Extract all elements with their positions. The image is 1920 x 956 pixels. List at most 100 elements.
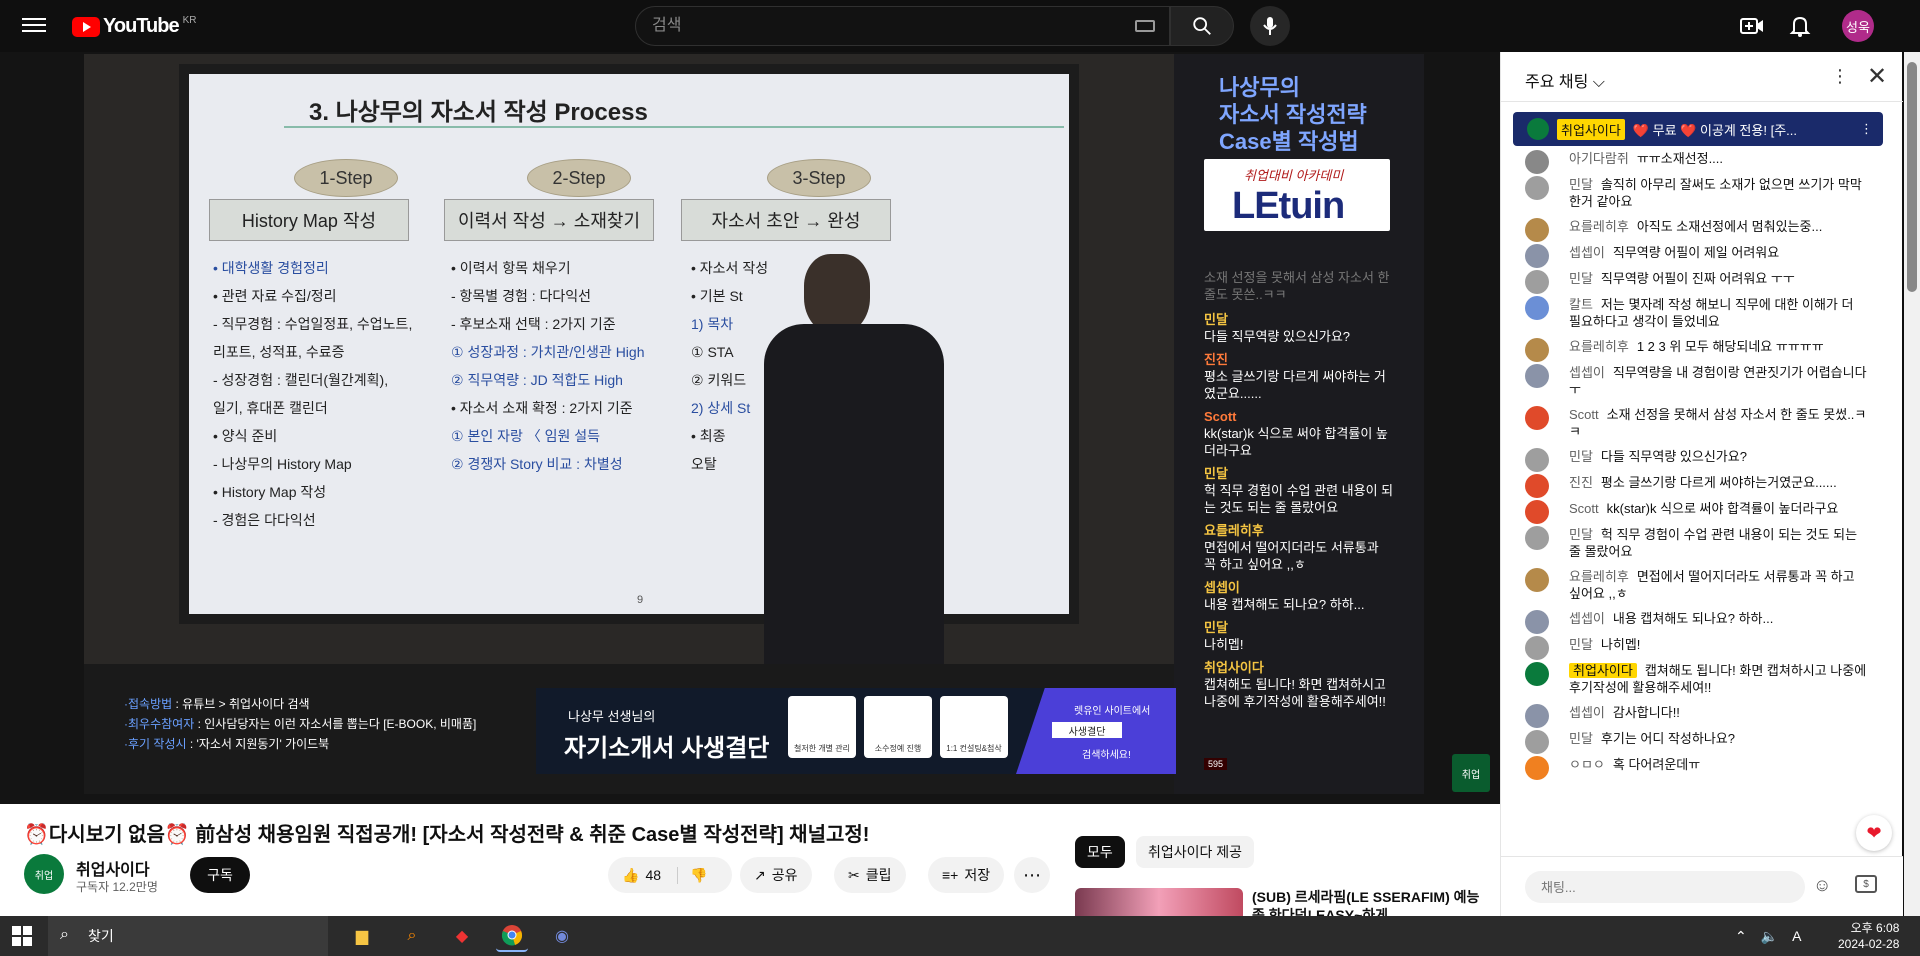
taskbar-search[interactable]: ⌕ 찾기 (48, 916, 328, 956)
search-app-icon[interactable]: ⌕ (396, 920, 428, 952)
channel-avatar[interactable]: 취업 (24, 854, 64, 894)
chat-author-name[interactable]: 아기다람쥐 (1569, 151, 1629, 166)
chat-message[interactable]: ㅇㅁㅇ 혹 다어려운데ㅠ (1501, 752, 1891, 780)
search-button[interactable] (1170, 6, 1234, 46)
chat-author-name[interactable]: 요를레히후 (1569, 339, 1629, 354)
chat-author-avatar[interactable] (1525, 636, 1549, 660)
scrollbar-thumb[interactable] (1907, 62, 1917, 292)
pinned-message[interactable]: 취업사이다 ❤️ 무료 ❤️ 이공계 전용! [주... ⋮ (1513, 112, 1883, 146)
chat-author-avatar[interactable] (1525, 662, 1549, 686)
create-icon[interactable] (1738, 12, 1766, 40)
chat-message[interactable]: 민달 헉 직무 경험이 수업 관련 내용이 되는 것도 되는 줄 몰랐어요 (1501, 522, 1891, 564)
share-button[interactable]: ↗ 공유 (740, 857, 812, 893)
chat-author-name[interactable]: 민달 (1569, 177, 1593, 192)
taskbar-clock[interactable]: 오후 6:08 2024-02-28 (1838, 920, 1899, 952)
chat-author-avatar[interactable] (1525, 448, 1549, 472)
input-language[interactable]: A (1792, 928, 1801, 945)
chat-message[interactable]: Scott 소재 선정을 못해서 삼성 자소서 한 줄도 못썼..ㅋㅋ (1501, 402, 1891, 444)
chrome-icon[interactable] (496, 920, 528, 952)
chat-author-avatar[interactable] (1525, 756, 1549, 780)
more-actions-icon[interactable]: ⋯ (1014, 857, 1050, 893)
emoji-icon[interactable]: ☺ (1813, 875, 1831, 896)
tray-chevron-icon[interactable]: ⌃ (1735, 928, 1747, 945)
chip-channel[interactable]: 취업사이다 제공 (1136, 836, 1255, 868)
chat-author-name[interactable]: 셉셉이 (1569, 365, 1605, 380)
chat-author-name[interactable]: 셉셉이 (1569, 611, 1605, 626)
chat-author-avatar[interactable] (1525, 364, 1549, 388)
channel-name[interactable]: 취업사이다 (76, 856, 150, 880)
chat-author-name[interactable]: 요를레히후 (1569, 219, 1629, 234)
chat-author-name[interactable]: 민달 (1569, 637, 1593, 652)
keyboard-icon[interactable] (1135, 20, 1155, 32)
chat-author-name[interactable]: ㅇㅁㅇ (1569, 757, 1605, 772)
save-button[interactable]: ≡+ 저장 (928, 857, 1005, 893)
chat-message[interactable]: 취업사이다 캡쳐해도 됩니다! 화면 캡쳐하시고 나중에 후기작성에 활용해주세여… (1501, 658, 1891, 700)
notifications-icon[interactable] (1786, 12, 1814, 40)
chat-author-avatar[interactable] (1525, 270, 1549, 294)
windows-start-icon[interactable] (12, 926, 32, 946)
chat-author-avatar[interactable] (1525, 218, 1549, 242)
chat-message[interactable]: 진진 평소 글쓰기랑 다르게 써야하는거였군요...... (1501, 470, 1891, 498)
discord-icon[interactable]: ◉ (546, 920, 578, 952)
chat-message[interactable]: 셉셉이 직무역량 어필이 제일 어려워요 (1501, 240, 1891, 268)
youtube-logo[interactable]: YouTube KR (72, 15, 196, 38)
subscribe-button[interactable]: 구독 (190, 857, 250, 893)
chat-author-avatar[interactable] (1525, 338, 1549, 362)
chat-author-avatar[interactable] (1525, 704, 1549, 728)
chat-author-avatar[interactable] (1525, 568, 1549, 592)
chat-author-avatar[interactable] (1525, 244, 1549, 268)
volume-icon[interactable]: 🔈 (1761, 928, 1778, 945)
chat-message[interactable]: 셉셉이 직무역량을 내 경험이랑 연관짓기가 어렵습니다 ㅜ (1501, 360, 1891, 402)
chat-message[interactable]: 요를레히후 1 2 3 위 모두 해당되네요 ㅠㅠㅠㅠ (1501, 334, 1891, 362)
chat-author-name[interactable]: 민달 (1569, 527, 1593, 542)
voice-search-button[interactable] (1250, 6, 1290, 46)
like-count[interactable]: 48 (645, 867, 661, 883)
chat-author-avatar[interactable] (1525, 176, 1549, 200)
chat-author-name[interactable]: 취업사이다 (1569, 663, 1637, 678)
channel-watermark[interactable]: 취업 (1452, 754, 1490, 792)
chat-message[interactable]: 아기다람쥐 ㅠㅠ소재선정.... (1501, 146, 1891, 174)
chat-message[interactable]: 민달 후기는 어디 작성하나요? (1501, 726, 1891, 754)
chat-author-name[interactable]: 민달 (1569, 731, 1593, 746)
chat-message[interactable]: 셉셉이 감사합니다!! (1501, 700, 1891, 728)
app-icon[interactable]: ◆ (446, 920, 478, 952)
video-player[interactable]: 3. 나상무의 자소서 작성 Process 1-Step 2-Step 3-S… (0, 52, 1500, 804)
chat-mode-dropdown[interactable]: 주요 채팅 ⌵ (1525, 68, 1605, 92)
chat-message[interactable]: 셉셉이 내용 캡쳐해도 되나요? 하하... (1501, 606, 1891, 634)
chat-author-name[interactable]: 진진 (1569, 475, 1593, 490)
search-input[interactable] (636, 7, 1116, 45)
chat-author-name[interactable]: 셉셉이 (1569, 245, 1605, 260)
close-icon[interactable]: ✕ (1867, 62, 1887, 91)
page-scrollbar[interactable] (1904, 52, 1920, 916)
chip-all[interactable]: 모두 (1075, 836, 1125, 868)
chat-author-avatar[interactable] (1525, 526, 1549, 550)
chat-author-avatar[interactable] (1525, 150, 1549, 174)
chat-message[interactable]: Scott kk(star)k 식으로 써야 합격률이 높더라구요 (1501, 496, 1891, 524)
pinned-more-icon[interactable]: ⋮ (1860, 121, 1873, 137)
chat-author-name[interactable]: 셉셉이 (1569, 705, 1605, 720)
chat-author-avatar[interactable] (1525, 474, 1549, 498)
chat-author-name[interactable]: 민달 (1569, 271, 1593, 286)
chat-author-name[interactable]: Scott (1569, 407, 1599, 422)
like-icon[interactable]: 👍 (622, 867, 639, 884)
clip-button[interactable]: ✂ 클립 (834, 857, 906, 893)
chat-message[interactable]: 요를레히후 아직도 소재선정에서 멈춰있는중... (1501, 214, 1891, 242)
chat-author-name[interactable]: Scott (1569, 501, 1599, 516)
chat-message[interactable]: 칼트 저는 몇자례 작성 해보니 직무에 대한 이해가 더 필요하다고 생각이 들… (1501, 292, 1891, 334)
chat-author-name[interactable]: 칼트 (1569, 297, 1593, 312)
recommended-thumbnail[interactable] (1075, 888, 1243, 916)
chat-author-avatar[interactable] (1525, 730, 1549, 754)
chat-message[interactable]: 민달 솔직히 아무리 잘써도 소재가 없으면 쓰기가 막막한거 같아요 (1501, 172, 1891, 214)
chat-author-avatar[interactable] (1525, 296, 1549, 320)
chat-author-name[interactable]: 민달 (1569, 449, 1593, 464)
heart-reaction-icon[interactable]: ❤ (1856, 815, 1892, 851)
chat-message[interactable]: 민달 나히멥! (1501, 632, 1891, 660)
account-avatar[interactable]: 성욱 (1842, 10, 1874, 42)
chat-author-avatar[interactable] (1525, 406, 1549, 430)
chat-author-avatar[interactable] (1525, 500, 1549, 524)
file-explorer-icon[interactable]: ▆ (346, 920, 378, 952)
chat-more-icon[interactable]: ⋮ (1831, 66, 1849, 87)
chat-author-name[interactable]: 요를레히후 (1569, 569, 1629, 584)
chat-author-avatar[interactable] (1525, 610, 1549, 634)
chat-input[interactable] (1525, 871, 1805, 903)
